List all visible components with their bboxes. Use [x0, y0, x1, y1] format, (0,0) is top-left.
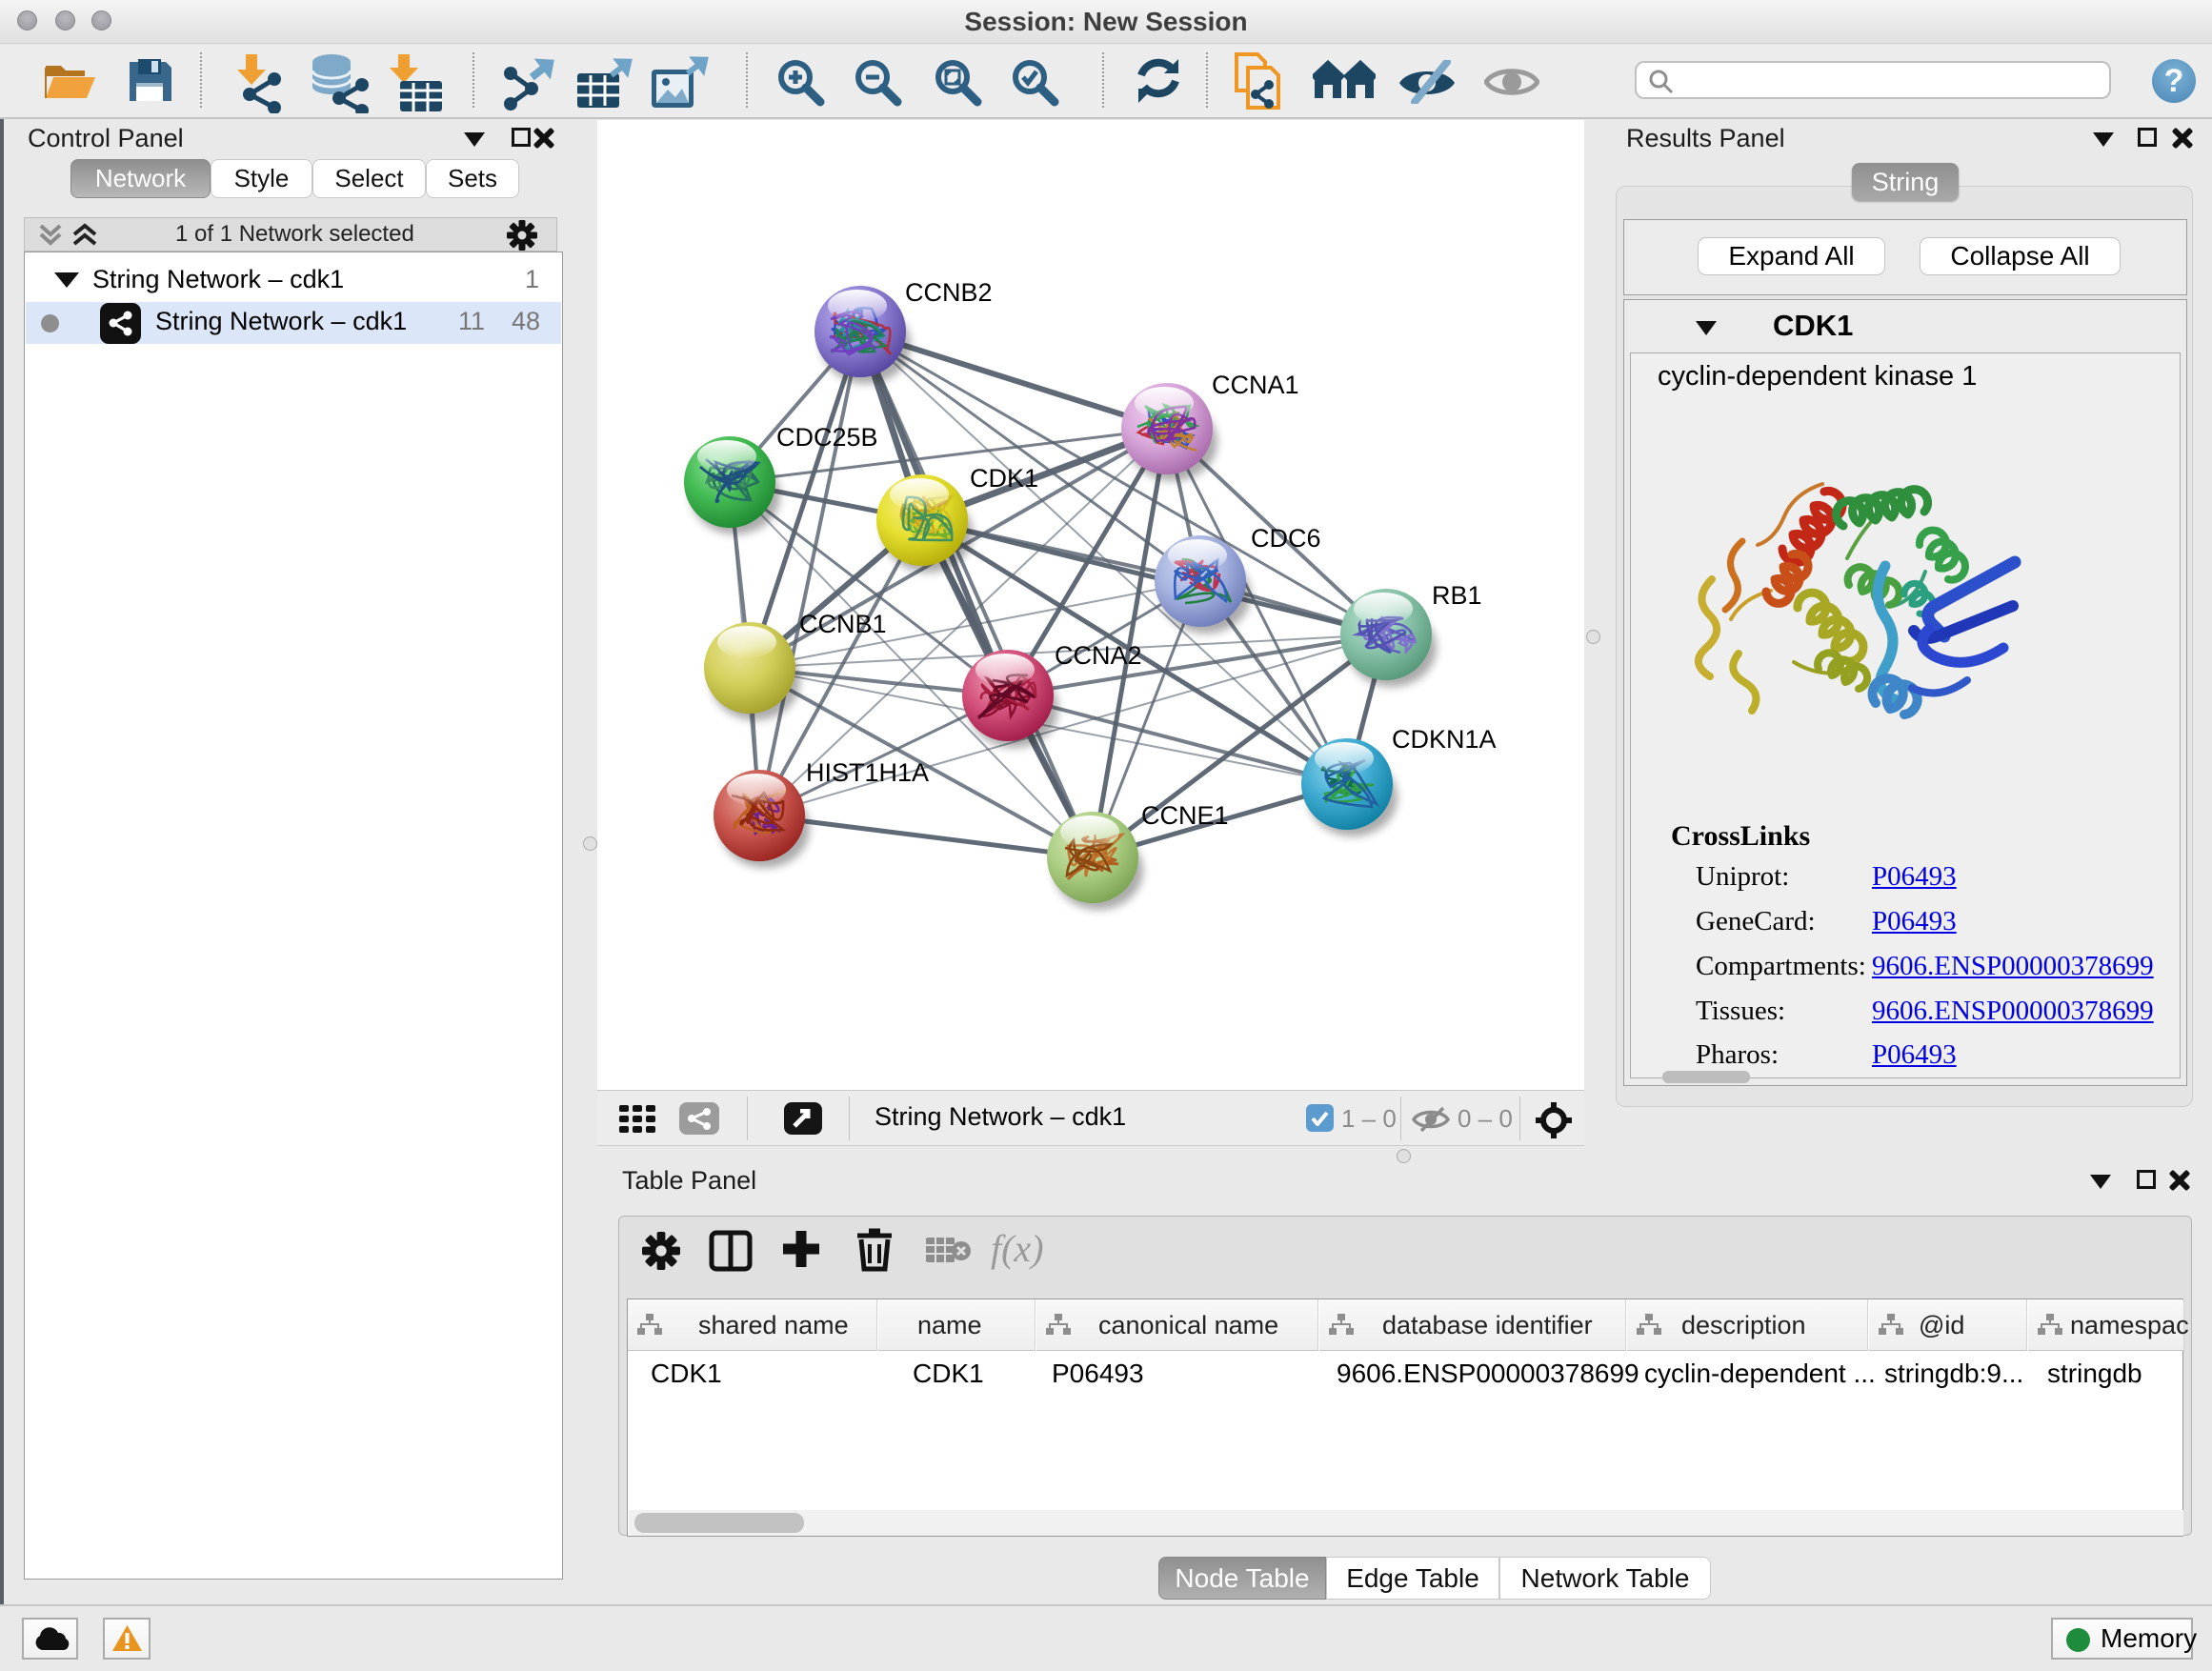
svg-text:CDK1: CDK1: [970, 464, 1038, 493]
svg-text:CDC25B: CDC25B: [776, 423, 878, 452]
svg-text:CCNB2: CCNB2: [905, 278, 993, 307]
svg-text:CDC6: CDC6: [1251, 524, 1321, 553]
svg-text:RB1: RB1: [1432, 581, 1482, 610]
svg-text:CDKN1A: CDKN1A: [1392, 725, 1497, 754]
svg-text:CCNE1: CCNE1: [1141, 801, 1229, 830]
svg-text:CCNA1: CCNA1: [1212, 371, 1299, 399]
svg-text:CCNB1: CCNB1: [799, 610, 887, 638]
svg-text:CCNA2: CCNA2: [1055, 641, 1142, 670]
svg-text:HIST1H1A: HIST1H1A: [806, 758, 929, 787]
